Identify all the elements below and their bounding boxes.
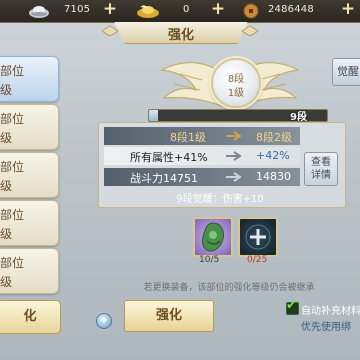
copper-amount: 2486448 xyxy=(268,4,314,15)
attribute-next: +42% xyxy=(256,149,290,162)
auto-fill-label: 自动补充材料 xyxy=(301,306,360,317)
material-count-1: 10/5 xyxy=(199,255,220,265)
awaken-bonus-text: 9段觉醒：伤害+10 xyxy=(176,194,264,205)
arrow-right-icon xyxy=(226,172,242,182)
level-to: 8段2级 xyxy=(256,131,292,144)
power-next: 14830 xyxy=(256,170,291,183)
power-current: 战斗力14751 xyxy=(130,172,198,185)
level-medal: 8段 1级 xyxy=(211,58,261,108)
title-banner: 强化 xyxy=(114,22,248,44)
stat-row-level: 8段1级 8段2级 xyxy=(104,127,300,145)
stat-row-power: 战斗力14751 14830 xyxy=(104,168,300,186)
part-list-item[interactable]: 部位 级 xyxy=(0,248,59,294)
silver-ingot-icon xyxy=(28,3,50,23)
add-material-icon xyxy=(245,224,271,250)
part-name: 部位 xyxy=(0,208,25,222)
part-list-item[interactable]: 部位 级 xyxy=(0,104,59,150)
progress-target-label: 9段 xyxy=(290,112,307,123)
material-slot-jade[interactable] xyxy=(193,217,233,257)
details-line2: 详情 xyxy=(311,170,331,181)
right-ornament-icon xyxy=(241,25,259,37)
left-ornament-icon xyxy=(101,25,119,37)
auto-fill-checkbox[interactable]: ✔ xyxy=(286,298,299,315)
view-details-button[interactable]: 查看 详情 xyxy=(304,152,338,186)
enhance-button[interactable]: 强化 xyxy=(124,300,214,332)
part-list-item[interactable]: 部位 级 xyxy=(0,56,59,102)
stat-row-attribute: 所有属性+41% +42% xyxy=(104,147,300,165)
part-name: 部位 xyxy=(0,160,25,174)
part-level: 级 xyxy=(0,131,13,145)
add-gold-button[interactable]: + xyxy=(210,1,226,18)
level-from: 8段1级 xyxy=(170,131,206,144)
awaken-button[interactable]: 觉醒 xyxy=(332,58,360,86)
material-count-2: 0/25 xyxy=(247,255,268,265)
medal-stage: 8段 xyxy=(227,74,245,85)
add-silver-button[interactable]: + xyxy=(102,1,118,18)
page-title: 强化 xyxy=(167,28,194,43)
info-icon[interactable]: + xyxy=(96,313,112,329)
auto-fill-subtext: 优先使用绑 xyxy=(301,322,351,333)
add-copper-button[interactable]: + xyxy=(340,1,356,18)
checkmark-icon: ✔ xyxy=(286,298,297,313)
part-level: 级 xyxy=(0,83,13,97)
part-list-item[interactable]: 部位 级 xyxy=(0,200,59,246)
copper-coin-icon xyxy=(243,3,259,23)
material-slot-empty[interactable] xyxy=(238,217,278,257)
medal-level: 1级 xyxy=(227,88,245,99)
details-line1: 查看 xyxy=(311,157,331,168)
part-level: 级 xyxy=(0,275,13,289)
progress-fill xyxy=(149,110,158,121)
enhance-tab-button[interactable]: 化 xyxy=(0,300,61,334)
currency-bar: 7105 + 0 + 2486448 + xyxy=(0,0,360,23)
part-level: 级 xyxy=(0,227,13,241)
gold-ingot-icon xyxy=(136,3,160,23)
inherit-hint: 若更换装备，该部位的强化等级仍会被继承 xyxy=(143,283,315,293)
gold-amount: 0 xyxy=(183,4,190,15)
arrow-right-icon xyxy=(226,131,242,141)
arrow-right-icon xyxy=(226,151,242,161)
silver-amount: 7105 xyxy=(64,4,91,15)
jade-pendant-icon xyxy=(202,222,224,252)
part-name: 部位 xyxy=(0,256,25,270)
part-name: 部位 xyxy=(0,64,25,78)
attribute-current: 所有属性+41% xyxy=(130,151,208,164)
part-name: 部位 xyxy=(0,112,25,126)
